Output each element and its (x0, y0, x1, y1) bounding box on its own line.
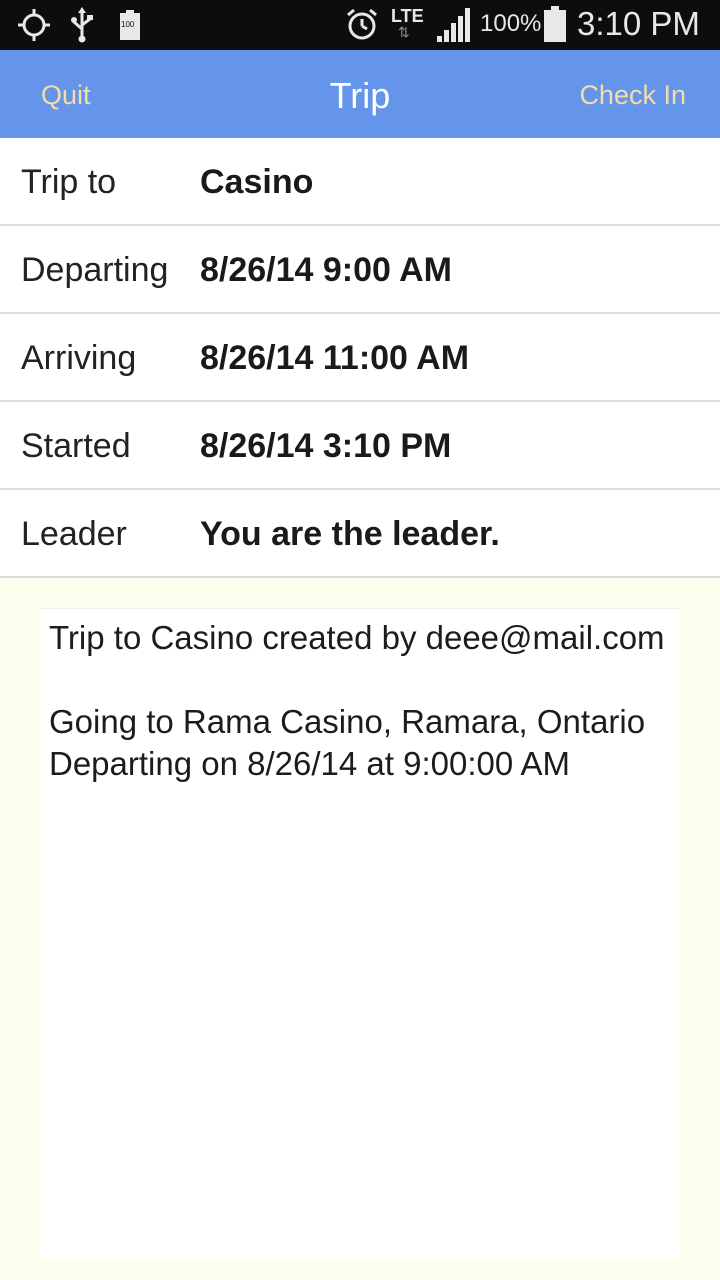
signal-icon (437, 8, 471, 47)
detail-label: Trip to (21, 163, 117, 201)
app-header: Quit Trip Check In (0, 50, 720, 138)
detail-value: You are the leader. (200, 515, 500, 553)
status-bar: 100 LTE ⇅ 100% 3:10 PM (0, 0, 720, 50)
detail-row-arriving: Arriving 8/26/14 11:00 AM (0, 314, 720, 402)
clock: 3:10 PM (577, 5, 700, 42)
alarm-icon (345, 8, 379, 47)
detail-row-started: Started 8/26/14 3:10 PM (0, 402, 720, 490)
detail-value: 8/26/14 11:00 AM (200, 339, 470, 377)
detail-row-departing: Departing 8/26/14 9:00 AM (0, 226, 720, 314)
detail-row-leader: Leader You are the leader. (0, 490, 720, 578)
usb-icon (70, 7, 94, 48)
detail-value: 8/26/14 9:00 AM (200, 251, 452, 289)
gps-icon (16, 8, 52, 47)
detail-value: Casino (200, 163, 314, 201)
battery-small-text: 100 (121, 20, 135, 29)
detail-label: Started (21, 427, 131, 465)
trip-details: Trip to Casino Departing 8/26/14 9:00 AM… (0, 138, 720, 578)
detail-row-trip-to: Trip to Casino (0, 138, 720, 226)
detail-value: 8/26/14 3:10 PM (200, 427, 452, 465)
detail-label: Leader (21, 515, 127, 553)
check-in-button[interactable]: Check In (579, 80, 686, 110)
battery-percent: 100% (480, 10, 542, 37)
data-arrows-icon: ⇅ (398, 24, 410, 40)
notes-area: Trip to Casino created by deee@mail.com … (0, 578, 720, 1280)
trip-notes-textarea[interactable]: Trip to Casino created by deee@mail.com … (40, 608, 680, 1258)
detail-label: Arriving (21, 339, 137, 377)
battery-icon (544, 6, 566, 47)
detail-label: Departing (21, 251, 169, 289)
